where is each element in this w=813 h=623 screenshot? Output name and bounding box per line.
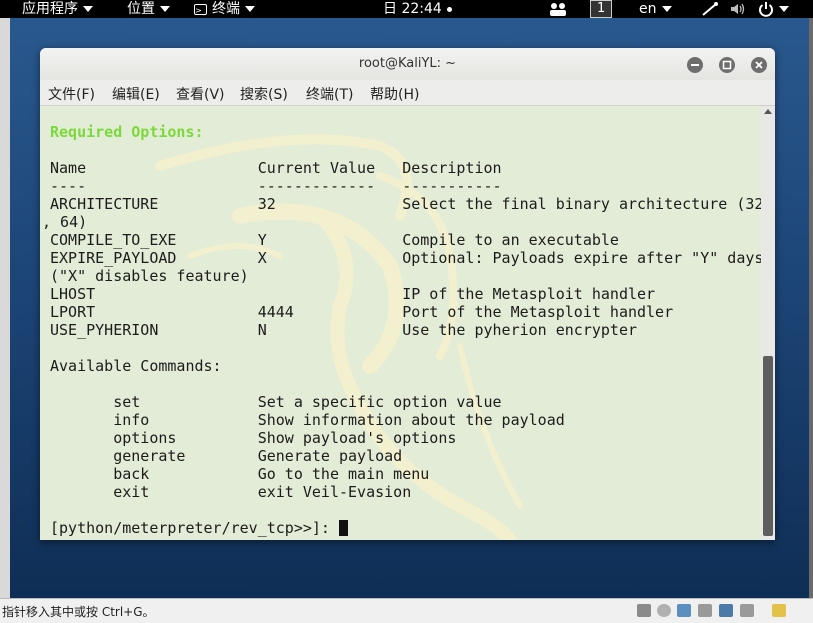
workspace-number: 1 (590, 0, 613, 18)
vm-status-bar: 指针移入其中或按 Ctrl+G。 (0, 598, 813, 623)
chevron-down-icon (245, 6, 255, 12)
terminal-line: exit exit Veil-Evasion (50, 483, 412, 501)
volume-indicator[interactable] (730, 0, 746, 18)
terminal-line: EXPIRE_PAYLOAD X Optional: Payloads expi… (50, 249, 761, 267)
menu-file[interactable]: 文件(F) (48, 84, 95, 104)
maximize-icon (722, 60, 732, 70)
chevron-down-icon (661, 6, 672, 12)
places-menu[interactable]: 位置 (127, 0, 170, 18)
vm-right-edge (809, 18, 813, 598)
terminal-app-label: 终端 (212, 1, 240, 17)
prompt-line[interactable]: [python/meterpreter/rev_tcp>>]: (50, 519, 348, 537)
applications-menu[interactable]: 应用程序 (22, 0, 93, 18)
terminal-window: root@KaliYL: ~ 文件(F) 编辑(E) 查看(V) 搜索(S) 终… (40, 48, 775, 540)
menu-help[interactable]: 帮助(H) (370, 84, 419, 104)
top-panel: 应用程序 位置 >_ 终端 日 22:44 1 en (0, 0, 813, 18)
clock-label: 日 22:44 (383, 1, 442, 17)
workspace-indicator[interactable]: 1 (590, 0, 613, 18)
people-icon (550, 3, 566, 16)
text-cursor (338, 520, 348, 536)
network-indicator[interactable] (702, 0, 718, 18)
terminal-line: LHOST IP of the Metasploit handler (50, 285, 656, 303)
required-options-heading: Required Options: (50, 123, 204, 141)
cd-drive-icon[interactable] (657, 604, 671, 617)
people-indicator[interactable] (549, 0, 567, 18)
usb-icon[interactable] (719, 604, 733, 617)
close-button[interactable] (751, 57, 767, 73)
window-titlebar[interactable]: root@KaliYL: ~ (40, 48, 775, 80)
language-label: en (639, 1, 657, 17)
maximize-button[interactable] (719, 57, 735, 73)
scroll-up-arrow-icon[interactable] (764, 109, 772, 114)
terminal-app-menu[interactable]: >_ 终端 (194, 0, 255, 18)
menu-view[interactable]: 查看(V) (176, 84, 225, 104)
language-menu[interactable]: en (639, 0, 672, 18)
network-icon (702, 2, 718, 16)
display-icon[interactable] (740, 604, 754, 617)
network-adapter-icon[interactable] (677, 604, 691, 617)
close-icon (755, 61, 763, 69)
chevron-down-icon (779, 6, 789, 12)
terminal-output[interactable]: Required Options: Name Current Value Des… (40, 106, 761, 540)
window-title: root@KaliYL: ~ (358, 56, 457, 71)
shell-prompt: [python/meterpreter/rev_tcp>>]: (50, 519, 339, 537)
available-commands-heading: Available Commands: (50, 357, 222, 375)
terminal-line: set Set a specific option value (50, 393, 502, 411)
applications-label: 应用程序 (22, 1, 78, 17)
notification-dot-icon (446, 6, 452, 12)
terminal-line: LPORT 4444 Port of the Metasploit handle… (50, 303, 674, 321)
chevron-down-icon (83, 6, 93, 12)
terminal-line: generate Generate payload (50, 447, 403, 465)
message-icon[interactable] (772, 604, 786, 617)
chevron-down-icon (160, 6, 170, 12)
menu-edit[interactable]: 编辑(E) (112, 84, 160, 104)
terminal-line: options Show payload's options (50, 429, 457, 447)
terminal-line: info Show information about the payload (50, 411, 565, 429)
terminal-text: Required Options: Name Current Value Des… (40, 106, 761, 537)
scrollbar-thumb[interactable] (763, 356, 773, 536)
vm-left-edge (0, 18, 10, 598)
menu-bar: 文件(F) 编辑(E) 查看(V) 搜索(S) 终端(T) 帮助(H) (40, 80, 775, 106)
terminal-icon: >_ (194, 3, 207, 15)
system-menu[interactable] (758, 0, 789, 18)
menu-search[interactable]: 搜索(S) (240, 84, 288, 104)
minimize-button[interactable] (687, 57, 703, 73)
terminal-line: ---- ------------- ----------- (50, 177, 502, 195)
hard-disk-icon[interactable] (637, 604, 651, 617)
terminal-line: ("X" disables feature) (50, 267, 249, 285)
printer-icon[interactable] (698, 604, 712, 617)
clock[interactable]: 日 22:44 (383, 0, 452, 18)
status-hint: 指针移入其中或按 Ctrl+G。 (2, 605, 155, 619)
volume-icon (731, 3, 745, 15)
terminal-line: COMPILE_TO_EXE Y Compile to an executabl… (50, 231, 619, 249)
places-label: 位置 (127, 1, 155, 17)
terminal-line: back Go to the main menu (50, 465, 430, 483)
terminal-line: ARCHITECTURE 32 Select the final binary … (50, 195, 761, 213)
terminal-line: Name Current Value Description (50, 159, 502, 177)
minimize-icon (691, 64, 699, 66)
vertical-scrollbar[interactable] (761, 106, 775, 540)
power-icon (759, 2, 773, 17)
terminal-line: USE_PYHERION N Use the pyherion encrypte… (50, 321, 637, 339)
menu-terminal[interactable]: 终端(T) (306, 84, 353, 104)
terminal-line: , 64) (42, 213, 88, 231)
